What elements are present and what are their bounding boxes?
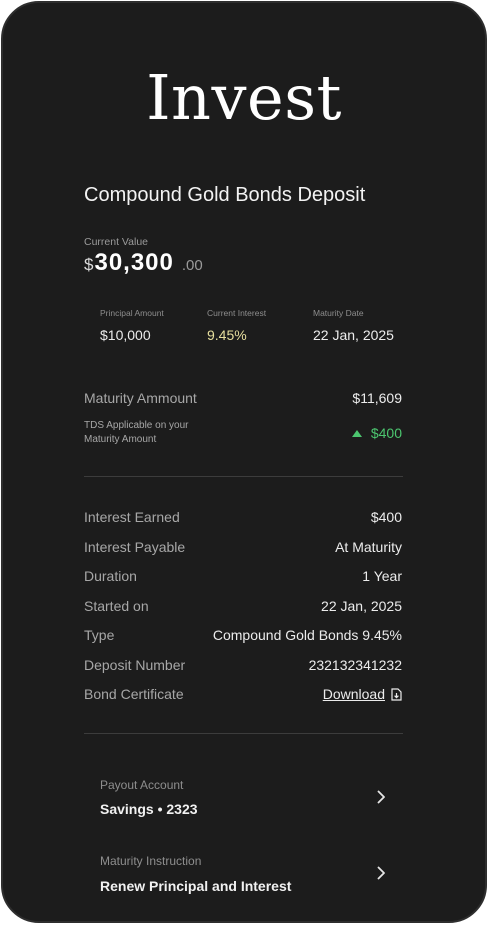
deposit-title: Compound Gold Bonds Deposit <box>84 184 366 206</box>
divider <box>84 476 403 477</box>
interest-payable-label: Interest Payable <box>84 539 186 555</box>
download-label: Download <box>322 686 385 702</box>
divider <box>84 733 403 734</box>
deposit-number-value: 232132341232 <box>308 657 402 673</box>
current-value: $ 30,300 .00 <box>84 249 203 277</box>
current-value-amount: 30,300 <box>94 249 174 276</box>
payout-account-label: Payout Account <box>100 778 184 792</box>
duration-label: Duration <box>84 568 137 584</box>
tds-label-line-2: Maturity Amount <box>84 434 157 445</box>
interest-earned-label: Interest Earned <box>84 509 180 525</box>
currency-symbol: $ <box>84 255 94 274</box>
maturity-amount-value: $11,609 <box>352 390 402 406</box>
maturity-amount-label: Maturity Ammount <box>84 390 197 406</box>
interest-payable-value: At Maturity <box>335 539 402 555</box>
bond-certificate-label: Bond Certificate <box>84 686 184 702</box>
interest-earned-value: $400 <box>370 509 402 525</box>
phone-screen: Invest Compound Gold Bonds Deposit Curre… <box>1 1 487 923</box>
started-on-label: Started on <box>84 598 149 614</box>
started-on-value: 22 Jan, 2025 <box>321 598 402 614</box>
current-value-label: Current Value <box>84 236 149 248</box>
type-label: Type <box>84 627 115 643</box>
deposit-number-label: Deposit Number <box>84 657 186 673</box>
download-certificate-link[interactable]: Download <box>323 686 402 702</box>
maturity-date-label: Maturity Date <box>313 308 364 318</box>
chevron-right-icon[interactable] <box>375 865 387 881</box>
type-value: Compound Gold Bonds 9.45% <box>212 627 402 643</box>
maturity-instruction-value: Renew Principal and Interest <box>100 878 292 894</box>
principal-amount-value: $10,000 <box>100 327 151 343</box>
maturity-instruction-row[interactable] <box>84 843 403 909</box>
current-value-decimal: .00 <box>181 257 203 274</box>
triangle-up-icon <box>351 429 362 437</box>
tds-value: $400 <box>351 425 402 441</box>
payout-account-row[interactable] <box>84 767 403 833</box>
principal-amount-label: Principal Amount <box>100 308 164 318</box>
maturity-date-value: 22 Jan, 2025 <box>313 327 394 343</box>
hero-title: Invest <box>146 61 342 134</box>
payout-account-value: Savings • 2323 <box>100 801 198 817</box>
tds-label-line-1: TDS Applicable on your <box>84 420 189 431</box>
document-download-icon <box>391 687 402 701</box>
tds-amount: $400 <box>370 425 402 441</box>
chevron-right-icon[interactable] <box>375 789 387 805</box>
maturity-instruction-label: Maturity Instruction <box>100 854 202 868</box>
tds-label: TDS Applicable on your Maturity Amount <box>84 419 224 447</box>
current-interest-label: Current Interest <box>207 308 267 318</box>
duration-value: 1 Year <box>362 568 402 584</box>
current-interest-value: 9.45% <box>207 327 247 343</box>
